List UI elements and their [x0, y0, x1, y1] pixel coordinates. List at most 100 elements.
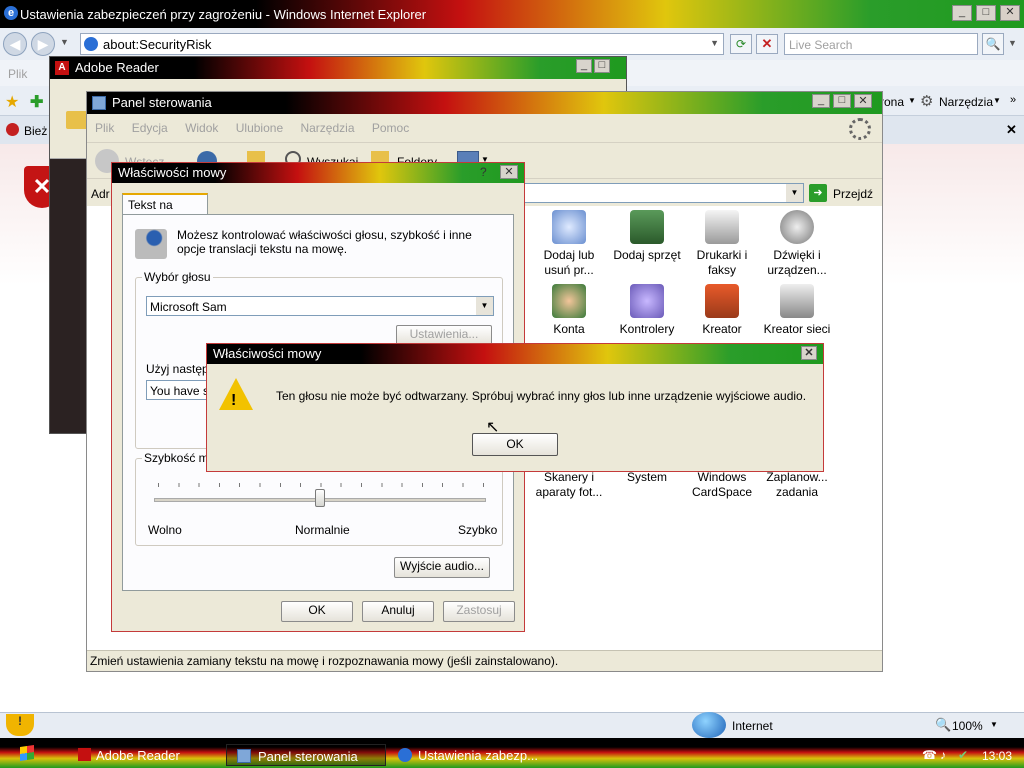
tab-current-label[interactable]: Bież [24, 124, 47, 138]
forward-button[interactable]: ▶ [31, 32, 55, 56]
toolbar-overflow-icon[interactable]: » [1010, 94, 1016, 106]
page-menu-label[interactable]: rona [880, 95, 904, 109]
cp-minimize-button[interactable]: _ [812, 94, 830, 108]
taskbar-item-adobe[interactable]: Adobe Reader [74, 745, 222, 765]
cp-item-game-controllers[interactable]: Kontrolery gier [609, 284, 685, 336]
ie-title: Ustawienia zabezpieczeń przy zagrożeniu … [20, 7, 427, 22]
cp-menu-help[interactable]: Pomoc [372, 121, 409, 135]
start-button[interactable] [6, 742, 46, 764]
adobe-folder-icon[interactable] [66, 111, 88, 129]
cp-item-label: Windows CardSpace [691, 470, 753, 499]
speech-intro: Możesz kontrolować właściwości głosu, sz… [177, 228, 472, 256]
tab-close-icon[interactable]: ✕ [1006, 122, 1017, 138]
internet-zone-icon [692, 712, 726, 738]
adobe-minimize-button[interactable]: _ [576, 59, 592, 73]
speech-apply-button[interactable]: Zastosuj [443, 601, 515, 622]
cp-item-network-setup[interactable]: Kreator konfigura... [684, 284, 760, 336]
cp-item-add-remove-programs[interactable]: Dodaj lub usuń pr... [531, 210, 607, 278]
back-button[interactable]: ◀ [3, 32, 27, 56]
mouse-cursor-icon: ↖ [486, 419, 500, 436]
game-controllers-icon [630, 284, 664, 318]
menu-file-partial[interactable]: Plik [8, 67, 27, 81]
voice-settings-button[interactable]: Ustawienia... [396, 325, 492, 345]
minimize-button[interactable]: _ [952, 5, 972, 21]
speech-close-button[interactable]: ✕ [500, 165, 518, 179]
alert-close-button[interactable]: ✕ [801, 346, 817, 360]
tools-menu-label[interactable]: Narzędzia [939, 95, 993, 109]
add-favorites-icon[interactable]: ✚ [30, 92, 43, 112]
history-dropdown-icon[interactable]: ▼ [60, 37, 69, 47]
preview-label: Użyj następu [146, 362, 216, 376]
cp-address-label: Adr [91, 187, 110, 201]
tray-volume-icon[interactable]: ♪ [940, 748, 946, 762]
zoom-chevron-icon[interactable]: ▼ [990, 720, 998, 729]
close-button[interactable]: ✕ [1000, 5, 1020, 21]
cp-maximize-button[interactable]: □ [833, 94, 851, 108]
address-bar[interactable]: about:SecurityRisk ▼ [80, 33, 724, 55]
cp-menu-view[interactable]: Widok [185, 121, 218, 135]
cp-item-printers[interactable]: Drukarki i faksy [684, 210, 760, 278]
cp-menu-tools[interactable]: Narzędzia [300, 121, 354, 135]
speech-ok-button[interactable]: OK [281, 601, 353, 622]
cp-item-system[interactable]: System [609, 470, 685, 485]
cp-address-dropdown-icon[interactable]: ▼ [786, 184, 803, 202]
adobe-maximize-button[interactable]: □ [594, 59, 610, 73]
cp-item-label: Kontrolery gier [619, 322, 675, 336]
taskbar-item-control-panel[interactable]: Panel sterowania [226, 744, 386, 766]
add-remove-programs-icon [552, 210, 586, 244]
cp-item-cardspace[interactable]: Windows CardSpace [684, 470, 760, 500]
speed-slider-thumb[interactable] [315, 489, 325, 507]
cp-item-user-accounts[interactable]: Konta użytkowni... [531, 284, 607, 336]
voice-settings-label: Ustawienia... [409, 327, 479, 341]
cp-go-icon[interactable]: ➜ [809, 184, 827, 202]
tray-clock: 13:03 [982, 749, 1013, 763]
cp-item-scheduled-tasks[interactable]: Zaplanow... zadania [759, 470, 835, 500]
speech-help-button[interactable]: ? [480, 165, 487, 179]
cp-close-button[interactable]: ✕ [854, 94, 872, 108]
search-options-icon[interactable]: ▼ [1008, 38, 1017, 48]
network-setup-icon [705, 284, 739, 318]
cp-item-wireless-network[interactable]: Kreator sieci bezprzewo... [759, 284, 835, 336]
cp-item-sounds[interactable]: Dźwięki i urządzen... [759, 210, 835, 278]
search-button[interactable]: 🔍 [982, 33, 1004, 55]
cp-item-add-hardware[interactable]: Dodaj sprzęt [609, 210, 685, 263]
maximize-button[interactable]: □ [976, 5, 996, 21]
refresh-button[interactable]: ⟳ [730, 34, 752, 54]
cp-item-label: Zaplanow... zadania [766, 470, 828, 499]
tray-network-icon[interactable]: ☎ [922, 748, 937, 762]
cp-menu-file[interactable]: Plik [95, 121, 114, 135]
audio-output-button[interactable]: Wyjście audio... [394, 557, 490, 578]
zoom-level[interactable]: 100% [952, 719, 983, 733]
address-dropdown-icon[interactable]: ▼ [710, 38, 719, 48]
alert-ok-button[interactable]: OK [472, 433, 558, 456]
ie-logo-icon: e [4, 6, 18, 20]
taskbar-item-ie[interactable]: Ustawienia zabezp... [392, 744, 552, 766]
voice-dropdown-icon[interactable]: ▼ [476, 297, 493, 315]
favorites-star-icon[interactable]: ★ [5, 92, 19, 112]
speech-titlebar: Właściwości mowy ? ✕ [112, 163, 524, 183]
cp-menu-favorites[interactable]: Ulubione [236, 121, 283, 135]
speech-cancel-button[interactable]: Anuluj [362, 601, 434, 622]
audio-output-label: Wyjście audio... [400, 559, 484, 573]
printers-icon [705, 210, 739, 244]
speech-cancel-label: Anuluj [381, 603, 415, 617]
stop-button[interactable]: ✕ [756, 34, 778, 54]
cp-go-label[interactable]: Przejdź [833, 187, 873, 201]
voice-select[interactable]: Microsoft Sam ▼ [146, 296, 494, 316]
cp-item-label: Dodaj lub usuń pr... [543, 248, 595, 277]
status-warning-icon: ! [6, 714, 34, 736]
taskbar: Adobe Reader Panel sterowania Ustawienia… [0, 738, 1024, 768]
tray-safely-remove-icon[interactable]: ✔ [958, 748, 968, 762]
cp-item-label: Drukarki i faksy [696, 248, 748, 277]
search-input[interactable]: Live Search [784, 33, 978, 55]
cp-menu-edit[interactable]: Edycja [132, 121, 168, 135]
speed-slider-ticks [158, 483, 484, 487]
cp-statusbar: Zmień ustawienia zamiany tekstu na mowę … [87, 650, 882, 671]
alert-ok-label: OK [506, 437, 524, 451]
cp-item-label: Konta użytkowni... [553, 322, 585, 336]
cp-title: Panel sterowania [112, 95, 212, 110]
ie-titlebar: e Ustawienia zabezpieczeń przy zagrożeni… [0, 0, 1024, 28]
windows-logo-icon [20, 745, 34, 761]
speech-tab[interactable]: Tekst na mowę [122, 193, 208, 226]
cp-item-scanners[interactable]: Skanery i aparaty fot... [531, 470, 607, 500]
